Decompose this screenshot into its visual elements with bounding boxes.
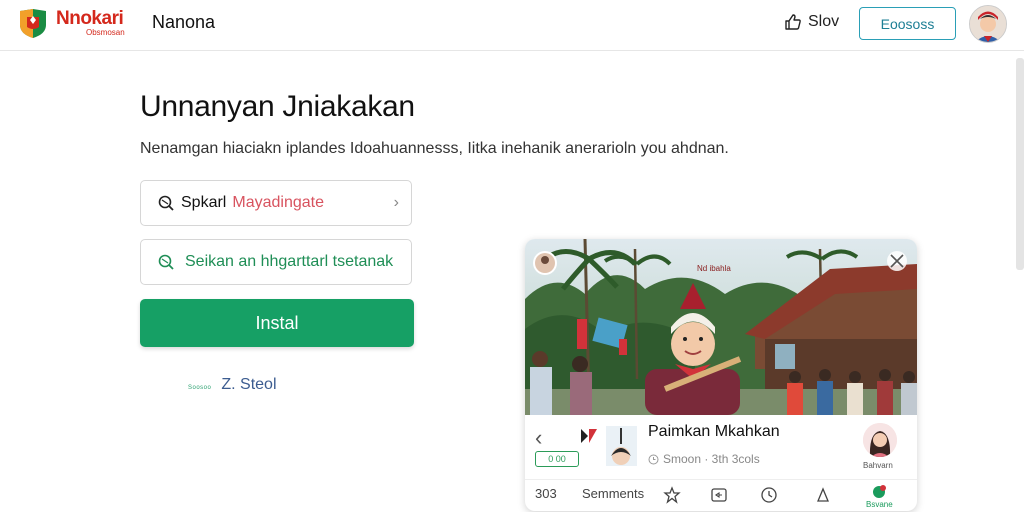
scroll-link[interactable]: Soosoo Z. Steol xyxy=(188,376,277,394)
page-title: Unnanyan Jniakakan xyxy=(140,90,415,123)
scroll-link-prefix: Soosoo xyxy=(188,385,212,391)
close-icon[interactable] xyxy=(887,251,907,271)
card-action-bar: 303 Semments Bsvane xyxy=(525,479,917,511)
like-button[interactable]: Slov xyxy=(784,13,839,31)
photo-overlay-text: Nd ibahla xyxy=(697,264,731,273)
avatar[interactable] xyxy=(969,5,1007,43)
card-info-row: ‹ Paimkan Mkahkan 0 00 Smoon · 3th 3cols xyxy=(525,415,917,470)
category-field-label: Seikan an hhgarttarl tsetanak xyxy=(185,253,394,270)
rating-badge: 0 00 xyxy=(535,451,579,467)
bell-icon[interactable] xyxy=(814,486,832,504)
thumbnail-image xyxy=(606,426,637,466)
page-subtitle: Nenamgan hiaciakn iplandes Idoahuannesss… xyxy=(140,140,729,157)
clock-icon[interactable] xyxy=(760,486,778,504)
install-button[interactable]: Instal xyxy=(140,299,414,347)
like-label: Slov xyxy=(808,13,840,30)
star-icon[interactable] xyxy=(663,486,681,504)
header-action-button[interactable]: Eoososs xyxy=(859,7,956,40)
preview-card[interactable]: Nd ibahla ‹ Paimkan Mkahkan 0 00 Smoon ·… xyxy=(525,239,917,511)
scroll-link-label: Z. Steol xyxy=(221,376,277,393)
card-title: Paimkan Mkahkan xyxy=(648,423,780,440)
comments-button[interactable]: Semments xyxy=(582,486,644,501)
brand-mark-icon xyxy=(581,429,597,443)
preview-photo[interactable]: Nd ibahla xyxy=(525,239,917,415)
card-meta-text: Smoon · 3th 3cols xyxy=(663,452,760,466)
badge-label: Bsvane xyxy=(866,500,893,509)
card-meta: Smoon · 3th 3cols xyxy=(648,452,760,466)
avatar-icon xyxy=(970,6,1006,42)
thumbs-up-icon xyxy=(785,14,801,30)
creator-avatar[interactable] xyxy=(863,423,897,457)
brand-name: Nnokari xyxy=(56,8,124,29)
video-thumbnail[interactable] xyxy=(606,426,637,466)
creator-name: Bahvarn xyxy=(863,461,893,470)
chevron-right-icon: › xyxy=(393,194,399,211)
search-field-label: Spkarl xyxy=(181,194,227,211)
count-label: 303 xyxy=(535,486,557,501)
logo-shield-icon[interactable] xyxy=(18,7,48,39)
clock-icon xyxy=(648,454,659,464)
search-icon xyxy=(158,195,174,211)
app-name: Nanona xyxy=(152,12,216,32)
reply-icon[interactable] xyxy=(710,486,728,504)
search-field[interactable]: Spkarl Mayadingate › xyxy=(140,180,412,226)
brand[interactable]: Nnokari Obsmosan xyxy=(56,9,125,37)
top-bar: Nnokari Obsmosan Nanona Slov Eoososs xyxy=(0,0,1024,51)
category-field[interactable]: Seikan an hhgarttarl tsetanak xyxy=(140,239,412,285)
creator-avatar-image xyxy=(863,423,897,457)
leaf-icon xyxy=(158,254,174,270)
flag-badge-icon[interactable] xyxy=(870,483,888,501)
back-chevron-icon[interactable]: ‹ xyxy=(535,425,542,451)
search-field-value: Mayadingate xyxy=(232,194,324,211)
page-scrollbar[interactable] xyxy=(1016,58,1024,270)
brand-tagline: Obsmosan xyxy=(86,28,125,37)
